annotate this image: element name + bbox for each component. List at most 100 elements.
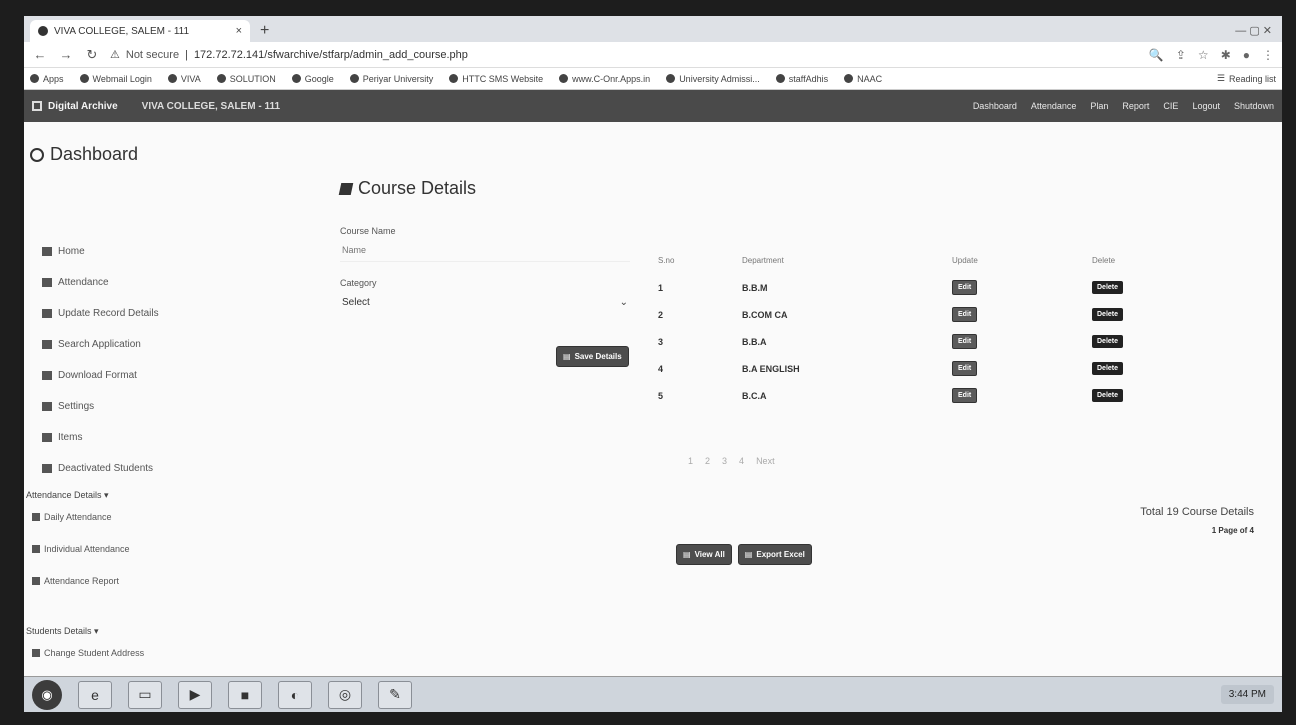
sub-item-individual-attendance[interactable]: Individual Attendance (32, 544, 130, 554)
sub-item-change-address[interactable]: Change Student Address (32, 648, 144, 658)
url-divider: | (185, 48, 188, 61)
bookmark-item[interactable]: University Admissi... (666, 74, 760, 84)
edit-button[interactable]: Edit (952, 280, 978, 295)
category-select[interactable]: Select ⌄ (340, 290, 630, 314)
sidebar-item-items[interactable]: Items (42, 422, 159, 453)
table-row: 5 B.C.A Edit Delete (658, 382, 1162, 409)
attendance-section-head[interactable]: Attendance Details ▾ (26, 490, 109, 501)
media-icon[interactable]: ▶ (178, 680, 212, 709)
sidebar-item-attendance[interactable]: Attendance (42, 267, 159, 298)
chrome-icon[interactable]: ◎ (328, 680, 362, 709)
dashboard-title-text: Dashboard (50, 144, 139, 164)
sidebar-item-settings[interactable]: Settings (42, 391, 159, 422)
sub-item-daily-attendance[interactable]: Daily Attendance (32, 512, 112, 522)
url-field[interactable]: ⚠ Not secure | 172.72.72.141/sfwarchive/… (110, 45, 1139, 65)
app-icon[interactable]: ■ (228, 680, 262, 709)
save-details-button[interactable]: ▤ Save Details (556, 346, 629, 367)
sidebar-item-update-record[interactable]: Update Record Details (42, 298, 159, 329)
app-navbar: Digital Archive VIVA COLLEGE, SALEM - 11… (24, 90, 1282, 122)
folder-icon[interactable]: ▭ (128, 680, 162, 709)
export-excel-button[interactable]: ▤ Export Excel (737, 544, 812, 565)
col-sno: S.no (658, 255, 675, 265)
bookmark-icon (775, 74, 785, 83)
page-next[interactable]: Next (756, 456, 775, 466)
cell-department: B.B.A (742, 336, 767, 347)
tab-bar: VIVA COLLEGE, SALEM - 111 × + — ▢ ✕ (24, 16, 1282, 42)
taskbar-clock: 3:44 PM (1220, 685, 1274, 704)
bookmark-icon (559, 74, 569, 83)
close-tab-icon[interactable]: × (236, 25, 242, 37)
bookmark-item[interactable]: HTTC SMS Website (449, 74, 543, 84)
nav-logout[interactable]: Logout (1192, 101, 1220, 111)
bookmark-item[interactable]: Webmail Login (79, 74, 152, 84)
sidebar-item-download[interactable]: Download Format (42, 360, 159, 391)
nav-dashboard[interactable]: Dashboard (973, 101, 1017, 111)
star-icon[interactable]: ☆ (1198, 48, 1209, 62)
address-bar: ← → ↻ ⚠ Not secure | 172.72.72.141/sfwar… (24, 42, 1282, 68)
bookmark-item[interactable]: VIVA (167, 74, 201, 84)
bottom-buttons: ▤ View All ▤ Export Excel (676, 544, 812, 565)
bookmark-item[interactable]: staffAdhis (775, 74, 828, 84)
window-controls[interactable]: — ▢ ✕ (1235, 20, 1272, 42)
menu-dots-icon[interactable]: ⋮ (1262, 48, 1274, 62)
network-icon[interactable]: ◐ (278, 680, 312, 709)
edit-button[interactable]: Edit (952, 334, 978, 349)
brand[interactable]: Digital Archive (32, 101, 118, 112)
bookmark-icon (349, 74, 359, 83)
bookmark-item[interactable]: www.C-Onr.Apps.in (559, 74, 650, 84)
new-tab-icon[interactable]: + (260, 20, 269, 42)
reload-icon[interactable]: ↻ (84, 47, 100, 63)
start-button-icon[interactable]: ◉ (32, 679, 62, 710)
view-all-button[interactable]: ▤ View All (676, 544, 732, 565)
page-link[interactable]: 2 (705, 456, 710, 466)
nav-plan[interactable]: Plan (1090, 101, 1108, 111)
delete-button[interactable]: Delete (1092, 389, 1124, 402)
bookmark-item[interactable]: SOLUTION (216, 74, 276, 84)
reading-list[interactable]: ☰ Reading list (1217, 73, 1276, 84)
delete-button[interactable]: Delete (1092, 281, 1124, 294)
edit-button[interactable]: Edit (952, 307, 978, 322)
delete-button[interactable]: Delete (1092, 362, 1124, 375)
reading-list-icon: ☰ (1216, 73, 1225, 83)
bookmark-item[interactable]: Apps (30, 74, 64, 84)
table-row: 1 B.B.M Edit Delete (658, 274, 1162, 301)
home-icon (42, 247, 52, 256)
sidebar-item-deactivated[interactable]: Deactivated Students (42, 453, 159, 484)
bookmark-item[interactable]: NAAC (844, 74, 882, 84)
browser-tab[interactable]: VIVA COLLEGE, SALEM - 111 × (30, 20, 250, 42)
nav-attendance[interactable]: Attendance (1031, 101, 1077, 111)
bookmark-icon (666, 74, 676, 83)
course-form: Course Name Category Select ⌄ (340, 226, 630, 314)
students-section-head[interactable]: Students Details ▾ (26, 626, 99, 637)
zoom-icon[interactable]: 🔍 (1149, 48, 1164, 62)
cell-sno: 5 (658, 390, 664, 401)
back-icon[interactable]: ← (32, 47, 48, 62)
google-icon (291, 74, 301, 83)
sub-item-attendance-report[interactable]: Attendance Report (32, 576, 119, 586)
ie-icon[interactable]: e (78, 680, 112, 709)
nav-report[interactable]: Report (1122, 101, 1149, 111)
nav-shutdown[interactable]: Shutdown (1234, 101, 1274, 111)
bookmark-item[interactable]: Google (291, 74, 334, 84)
file-icon (32, 577, 40, 585)
course-name-input[interactable] (340, 238, 630, 262)
edit-button[interactable]: Edit (952, 388, 978, 403)
forward-icon[interactable]: → (58, 47, 74, 62)
table-header-row: S.no Department Update Delete (658, 246, 1162, 274)
paint-icon[interactable]: ✎ (378, 680, 412, 709)
category-value: Select (342, 296, 370, 308)
profile-icon[interactable]: ● (1243, 48, 1250, 62)
delete-button[interactable]: Delete (1092, 308, 1124, 321)
extensions-icon[interactable]: ✱ (1221, 48, 1231, 62)
sidebar-item-home[interactable]: Home (42, 236, 159, 267)
edit-button[interactable]: Edit (952, 361, 978, 376)
nav-cie[interactable]: CIE (1163, 101, 1178, 111)
page-link[interactable]: 3 (722, 456, 727, 466)
bookmark-item[interactable]: Periyar University (349, 74, 433, 84)
page-link[interactable]: 4 (739, 456, 744, 466)
share-icon[interactable]: ⇪ (1176, 48, 1186, 62)
course-name-label: Course Name (340, 226, 396, 236)
page-link[interactable]: 1 (688, 456, 693, 466)
sidebar-item-search[interactable]: Search Application (42, 329, 159, 360)
delete-button[interactable]: Delete (1092, 335, 1124, 348)
